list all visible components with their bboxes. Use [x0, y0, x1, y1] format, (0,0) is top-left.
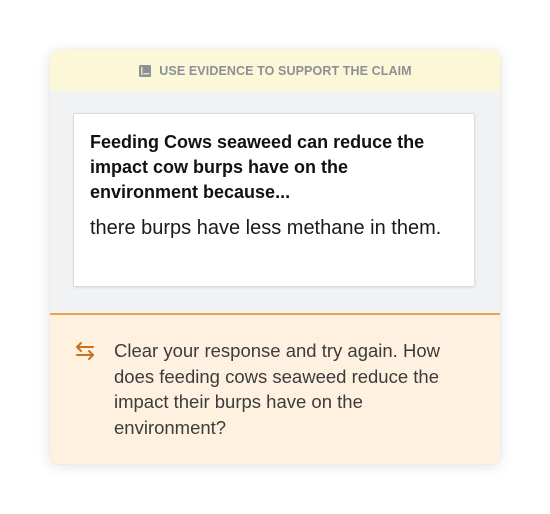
feedback-panel: Clear your response and try again. How d…: [50, 315, 500, 464]
response-area: Feeding Cows seaweed can reduce the impa…: [50, 91, 500, 315]
response-editor[interactable]: Feeding Cows seaweed can reduce the impa…: [73, 113, 475, 287]
student-response-text[interactable]: there burps have less methane in them.: [90, 215, 458, 241]
claim-prompt: Feeding Cows seaweed can reduce the impa…: [90, 132, 425, 202]
feedback-message: Clear your response and try again. How d…: [114, 340, 440, 438]
activity-card: USE EVIDENCE TO SUPPORT THE CLAIM Feedin…: [50, 50, 500, 464]
book-icon: [138, 64, 152, 78]
instruction-banner: USE EVIDENCE TO SUPPORT THE CLAIM: [50, 50, 500, 91]
banner-label: USE EVIDENCE TO SUPPORT THE CLAIM: [159, 63, 412, 78]
swap-arrows-icon: [74, 340, 96, 362]
